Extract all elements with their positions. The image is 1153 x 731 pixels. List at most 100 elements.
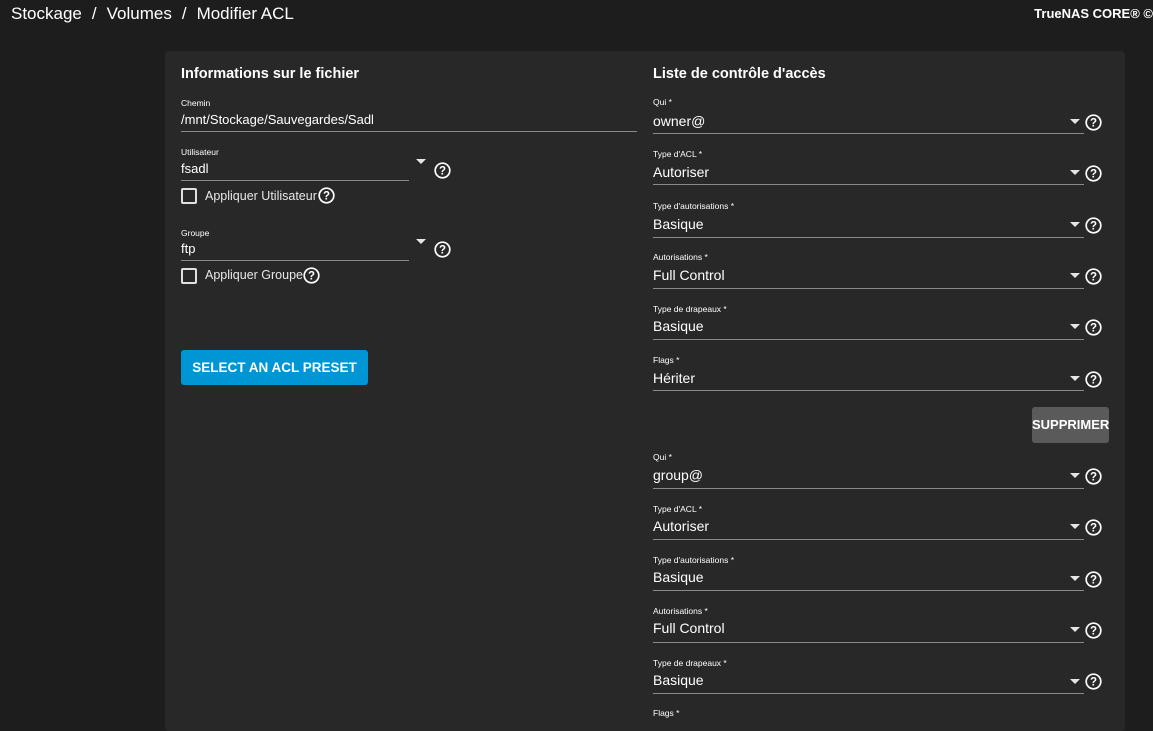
group-label: Groupe — [181, 228, 210, 238]
top-bar: Stockage / Volumes / Modifier ACL TrueNAS CO… — [0, 0, 1153, 34]
group-help-icon[interactable]: ? — [434, 241, 451, 258]
acl-list-title: Liste de contrôle d'accès — [653, 66, 826, 82]
user-help-icon[interactable]: ? — [434, 162, 451, 179]
svg-text:?: ? — [1090, 323, 1097, 335]
permissions-label: Autorisations * — [653, 252, 708, 262]
svg-text:?: ? — [1090, 375, 1097, 387]
permissions-underline — [653, 642, 1084, 643]
perm-type-help-icon[interactable]: ? — [1085, 217, 1102, 234]
who-help-icon[interactable]: ? — [1085, 114, 1102, 131]
perm-type-select[interactable]: Basique — [653, 569, 704, 585]
breadcrumb-volumes[interactable]: Volumes — [107, 4, 172, 23]
flag-type-label: Type de drapeaux * — [653, 304, 727, 314]
flag-type-help-icon[interactable]: ? — [1085, 673, 1102, 690]
perm-type-chevron-down-icon[interactable] — [1070, 576, 1080, 581]
svg-text:?: ? — [1090, 169, 1097, 181]
acl-type-select[interactable]: Autoriser — [653, 164, 709, 180]
perm-type-help-icon[interactable]: ? — [1085, 571, 1102, 588]
path-underline — [181, 131, 637, 132]
path-label: Chemin — [181, 98, 211, 108]
perm-type-label: Type d'autorisations * — [653, 201, 735, 211]
permissions-chevron-down-icon[interactable] — [1070, 273, 1080, 278]
flags-label: Flags * — [653, 708, 680, 718]
file-info-title: Informations sur le fichier — [181, 66, 360, 82]
permissions-select[interactable]: Full Control — [653, 267, 725, 283]
flags-label: Flags * — [653, 355, 680, 365]
acl-type-select[interactable]: Autoriser — [653, 518, 709, 534]
acl-type-underline — [653, 184, 1084, 185]
group-chevron-down-icon[interactable] — [416, 239, 426, 244]
apply-group-label: Appliquer Groupe — [205, 268, 303, 282]
apply-group-checkbox[interactable] — [181, 268, 197, 284]
svg-text:?: ? — [1090, 118, 1097, 130]
perm-type-chevron-down-icon[interactable] — [1070, 222, 1080, 227]
acl-edit-card: Informations sur le fichier Chemin /mnt/… — [165, 51, 1125, 731]
select-acl-preset-button[interactable]: SELECT AN ACL PRESET — [181, 350, 368, 385]
permissions-label: Autorisations * — [653, 606, 708, 616]
perm-type-select[interactable]: Basique — [653, 216, 704, 232]
who-help-icon[interactable]: ? — [1085, 468, 1102, 485]
group-underline — [181, 260, 409, 261]
flag-type-chevron-down-icon[interactable] — [1070, 324, 1080, 329]
user-underline — [181, 180, 409, 181]
svg-text:?: ? — [1090, 523, 1097, 535]
user-chevron-down-icon[interactable] — [416, 159, 426, 164]
group-select[interactable]: ftp — [181, 241, 195, 256]
permissions-chevron-down-icon[interactable] — [1070, 627, 1080, 632]
who-chevron-down-icon[interactable] — [1070, 473, 1080, 478]
acl-type-label: Type d'ACL * — [653, 504, 703, 514]
svg-text:?: ? — [1090, 472, 1097, 484]
svg-text:?: ? — [1090, 626, 1097, 638]
flag-type-label: Type de drapeaux * — [653, 658, 727, 668]
breadcrumb-separator: / — [181, 4, 187, 23]
flag-type-help-icon[interactable]: ? — [1085, 319, 1102, 336]
perm-type-underline — [653, 237, 1084, 238]
svg-text:?: ? — [308, 271, 315, 283]
permissions-select[interactable]: Full Control — [653, 620, 725, 636]
breadcrumb-current: Modifier ACL — [196, 4, 294, 23]
who-label: Qui * — [653, 452, 672, 462]
flags-select[interactable]: Hériter — [653, 370, 695, 386]
flags-help-icon[interactable]: ? — [1085, 371, 1102, 388]
who-select[interactable]: owner@ — [653, 113, 705, 129]
who-chevron-down-icon[interactable] — [1070, 119, 1080, 124]
who-underline — [653, 488, 1084, 489]
acl-type-underline — [653, 539, 1084, 540]
brand-copyright: TrueNAS CORE® © — [1034, 6, 1153, 21]
breadcrumb-separator: / — [91, 4, 97, 23]
svg-text:?: ? — [439, 166, 446, 178]
breadcrumb: Stockage / Volumes / Modifier ACL — [11, 4, 294, 24]
path-value: /mnt/Stockage/Sauvegardes/Sadl — [181, 112, 374, 127]
flag-type-select[interactable]: Basique — [653, 318, 704, 334]
who-select[interactable]: group@ — [653, 467, 703, 483]
flags-chevron-down-icon[interactable] — [1070, 376, 1080, 381]
svg-text:?: ? — [1090, 575, 1097, 587]
acl-type-chevron-down-icon[interactable] — [1070, 170, 1080, 175]
acl-type-help-icon[interactable]: ? — [1085, 165, 1102, 182]
who-underline — [653, 133, 1084, 134]
permissions-help-icon[interactable]: ? — [1085, 622, 1102, 639]
who-label: Qui * — [653, 97, 672, 107]
flags-underline — [653, 390, 1084, 391]
perm-type-label: Type d'autorisations * — [653, 555, 735, 565]
apply-user-label: Appliquer Utilisateur — [205, 189, 317, 203]
user-select[interactable]: fsadl — [181, 161, 208, 176]
acl-type-chevron-down-icon[interactable] — [1070, 524, 1080, 529]
svg-text:?: ? — [1090, 221, 1097, 233]
delete-entry-button[interactable]: SUPPRIMER — [1032, 407, 1109, 443]
acl-type-label: Type d'ACL * — [653, 149, 703, 159]
acl-type-help-icon[interactable]: ? — [1085, 519, 1102, 536]
user-label: Utilisateur — [181, 147, 219, 157]
flag-type-underline — [653, 339, 1084, 340]
flag-type-chevron-down-icon[interactable] — [1070, 679, 1080, 684]
apply-user-help-icon[interactable]: ? — [318, 187, 335, 204]
flag-type-select[interactable]: Basique — [653, 672, 704, 688]
permissions-help-icon[interactable]: ? — [1085, 268, 1102, 285]
perm-type-underline — [653, 590, 1084, 591]
apply-user-checkbox[interactable] — [181, 188, 197, 204]
breadcrumb-storage[interactable]: Stockage — [11, 4, 82, 23]
apply-group-help-icon[interactable]: ? — [303, 267, 320, 284]
svg-text:?: ? — [323, 191, 330, 203]
svg-text:?: ? — [439, 245, 446, 257]
permissions-underline — [653, 288, 1084, 289]
